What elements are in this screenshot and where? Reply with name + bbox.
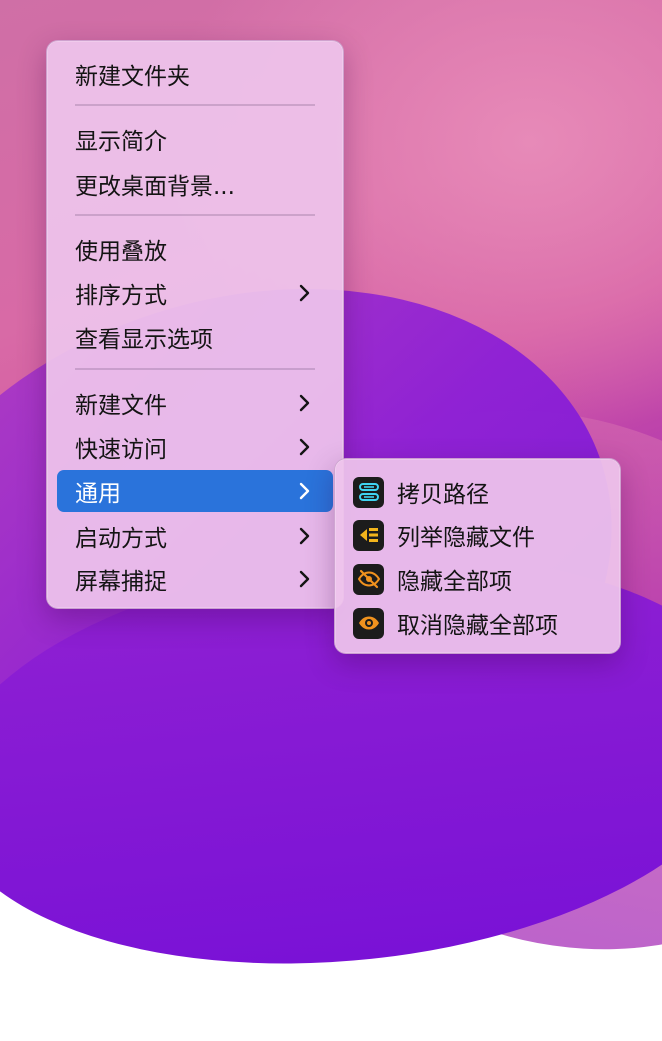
menu-item-label: 通用 xyxy=(75,481,121,507)
menu-item-view-options[interactable]: 查看显示选项 xyxy=(57,316,333,358)
submenu-item-label: 列举隐藏文件 xyxy=(397,525,535,551)
submenu-item-hide-all[interactable]: 隐藏全部项 xyxy=(353,558,608,600)
menu-item-screen-capture[interactable]: 屏幕捕捉 xyxy=(57,558,333,600)
menu-item-quick-access[interactable]: 快速访问 xyxy=(57,426,333,468)
submenu-item-label: 取消隐藏全部项 xyxy=(397,613,558,639)
menu-item-label: 新建文件 xyxy=(75,393,167,419)
submenu-item-copy-path[interactable]: 拷贝路径 xyxy=(353,471,608,513)
chevron-right-icon xyxy=(293,436,315,458)
menu-item-get-info[interactable]: 显示简介 xyxy=(57,118,333,160)
menu-item-new-folder[interactable]: 新建文件夹 xyxy=(57,53,333,95)
chevron-right-icon xyxy=(293,282,315,304)
eye-icon xyxy=(353,607,384,639)
menu-separator xyxy=(75,368,315,370)
copy-path-icon xyxy=(353,476,384,508)
menu-item-change-wallpaper[interactable]: 更改桌面背景... xyxy=(57,163,333,205)
chevron-right-icon xyxy=(293,568,315,590)
chevron-right-icon xyxy=(293,525,315,547)
menu-item-open-with[interactable]: 启动方式 xyxy=(57,515,333,557)
menu-item-label: 快速访问 xyxy=(75,437,167,463)
menu-item-label: 新建文件夹 xyxy=(75,64,190,90)
submenu-general: 拷贝路径 列举隐藏文件 隐藏全部项 取消隐藏全部项 xyxy=(334,458,621,654)
menu-item-label: 更改桌面背景... xyxy=(75,174,235,200)
chevron-right-icon xyxy=(293,392,315,414)
submenu-item-label: 拷贝路径 xyxy=(397,482,489,508)
menu-separator xyxy=(75,214,315,216)
submenu-item-label: 隐藏全部项 xyxy=(397,569,512,595)
context-menu: 新建文件夹 显示简介 更改桌面背景... 使用叠放 排序方式 查看显示选项 新建… xyxy=(46,40,344,609)
menu-item-label: 显示简介 xyxy=(75,129,167,155)
eye-slash-icon xyxy=(353,563,384,595)
menu-item-label: 屏幕捕捉 xyxy=(75,569,167,595)
menu-item-general[interactable]: 通用 xyxy=(57,470,333,512)
submenu-item-list-hidden-files[interactable]: 列举隐藏文件 xyxy=(353,514,608,556)
menu-item-label: 使用叠放 xyxy=(75,239,167,265)
menu-item-label: 排序方式 xyxy=(75,283,167,309)
menu-item-label: 查看显示选项 xyxy=(75,327,213,353)
chevron-right-icon xyxy=(293,480,315,502)
menu-item-use-stacks[interactable]: 使用叠放 xyxy=(57,228,333,270)
menu-item-sort-by[interactable]: 排序方式 xyxy=(57,272,333,314)
list-hidden-icon xyxy=(353,519,384,551)
submenu-item-unhide-all[interactable]: 取消隐藏全部项 xyxy=(353,602,608,644)
menu-separator xyxy=(75,104,315,106)
menu-item-label: 启动方式 xyxy=(75,526,167,552)
menu-item-new-file[interactable]: 新建文件 xyxy=(57,382,333,424)
